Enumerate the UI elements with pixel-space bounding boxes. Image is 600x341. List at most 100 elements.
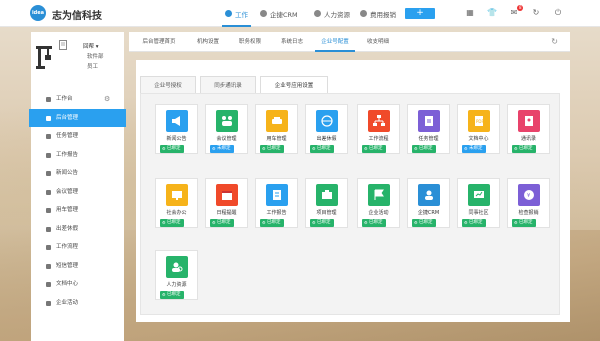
sidebar-item-admin[interactable]: 后台管理 (29, 108, 126, 127)
app-card[interactable]: PDF 文档中心未绑定 (457, 104, 500, 154)
bind-status-button[interactable]: 已绑定 (462, 219, 486, 227)
app-name: 日程提醒 (216, 210, 237, 216)
tab-admin-home[interactable]: 后台管理首页 (133, 32, 185, 52)
app-card[interactable]: 出差休假已绑定 (305, 104, 348, 154)
subtab-authorization[interactable]: 企业号授权 (140, 76, 196, 94)
bind-status-button[interactable]: 已绑定 (260, 219, 284, 227)
sidebar-item-vehicles[interactable]: 用车管理 (31, 201, 124, 220)
user-name[interactable]: 回帮 ▾ (83, 42, 99, 50)
app-logo[interactable]: idea (30, 5, 46, 21)
apps-icon[interactable]: ▦ (465, 8, 475, 18)
sidebar-item-meetings[interactable]: 会议管理 (31, 183, 124, 202)
app-card[interactable]: ¥ 检查报销已绑定 (507, 178, 550, 228)
mail-icon[interactable]: ✉ 8 (509, 5, 523, 18)
sidebar-item-events[interactable]: 企业活动 (31, 294, 124, 313)
app-card[interactable]: 日程提醒已绑定 (205, 178, 248, 228)
bind-status-button[interactable]: 已绑定 (160, 219, 184, 227)
topnav-label: 企捷CRM (270, 10, 298, 19)
bind-status-button[interactable]: 已绑定 (412, 219, 436, 227)
clipboard-icon (418, 110, 440, 132)
bind-status-button[interactable]: 未绑定 (462, 145, 486, 153)
app-name: 项目管理 (316, 210, 337, 216)
bind-status-button[interactable]: 未绑定 (210, 145, 234, 153)
sidebar: 回帮 ▾ 软件部 员工 工作台 ⚙ 后台管理 任务管理 工作报告 新闻公告 会议管… (29, 32, 126, 341)
tab-enterprise-config[interactable]: 企业号配置 (315, 32, 355, 52)
app-card[interactable]: 通讯录已绑定 (507, 104, 550, 154)
sidebar-item-documents[interactable]: 文档中心 (31, 275, 124, 294)
sidebar-item-travel[interactable]: 出差休假 (31, 220, 124, 239)
calendar-icon (216, 184, 238, 206)
app-card[interactable]: 项目管理已绑定 (305, 178, 348, 228)
app-name: 出差休假 (316, 136, 337, 142)
power-icon[interactable]: ⏻ (553, 8, 563, 18)
sidebar-item-label: 工作报告 (56, 151, 79, 158)
bind-status-button[interactable]: 已绑定 (310, 145, 334, 153)
sidebar-item-label: 工作台 (56, 96, 73, 102)
sidebar-item-sms[interactable]: 短信管理 (31, 257, 124, 276)
svg-text:¥: ¥ (527, 193, 530, 199)
topnav-expense[interactable]: 费用报销 (360, 0, 396, 27)
globe-icon (316, 110, 338, 132)
bind-status-button[interactable]: 已绑定 (512, 219, 536, 227)
sidebar-menu: 工作台 ⚙ 后台管理 任务管理 工作报告 新闻公告 会议管理 用车管理 出差休假 … (29, 90, 126, 313)
bind-status-button[interactable]: 已绑定 (412, 145, 436, 153)
app-card[interactable]: 企捷CRM 已绑定 (407, 178, 450, 228)
refresh-icon[interactable]: ↻ (531, 8, 541, 18)
app-card[interactable]: 人力资源已绑定 (155, 250, 198, 300)
tools-icon (46, 115, 51, 121)
topnav-label: 人力资源 (324, 10, 350, 19)
app-card[interactable]: 工作报告已绑定 (255, 178, 298, 228)
subtab-app-settings[interactable]: 企业号应用设置 (260, 76, 328, 94)
sidebar-item-reports[interactable]: 工作报告 (31, 146, 124, 165)
user-department: 软件部 (87, 54, 104, 60)
bind-status-button[interactable]: 已绑定 (362, 145, 386, 153)
refresh-icon[interactable]: ↻ (551, 37, 558, 46)
bind-status-button[interactable]: 已绑定 (512, 145, 536, 153)
mail-badge: 8 (517, 5, 523, 11)
tab-system-log[interactable]: 系统日志 (273, 32, 311, 52)
topnav-crm[interactable]: 企捷CRM (260, 0, 298, 27)
sidebar-item-tasks[interactable]: 任务管理 (31, 127, 124, 146)
tab-permissions[interactable]: 职务权限 (231, 32, 269, 52)
sidebar-item-workflow[interactable]: 工作流程 (31, 238, 124, 257)
app-card[interactable]: 会议管理未绑定 (205, 104, 248, 154)
car-icon (46, 208, 51, 213)
app-card[interactable]: 企业活动已绑定 (357, 178, 400, 228)
crm-icon (260, 10, 267, 17)
app-card[interactable]: 用车管理已绑定 (255, 104, 298, 154)
sidebar-item-news[interactable]: 新闻公告 (31, 164, 124, 183)
app-name: 企业活动 (368, 210, 389, 216)
sidebar-item-label: 会议管理 (56, 188, 79, 195)
bind-status-button[interactable]: 已绑定 (160, 291, 184, 299)
top-bar: idea 志为信科技 工作 企捷CRM 人力资源 费用报销 + ▦ 👕 ✉ 8 … (0, 0, 600, 27)
bind-status-button[interactable]: 已绑定 (362, 219, 386, 227)
app-name: 企捷CRM (417, 210, 440, 216)
bind-status-button[interactable]: 已绑定 (310, 219, 334, 227)
topnav-work[interactable]: 工作 (222, 0, 251, 27)
tab-org-settings[interactable]: 机构设置 (189, 32, 227, 52)
bind-status-button[interactable]: 已绑定 (210, 219, 234, 227)
user-role: 员工 (87, 64, 99, 70)
app-card[interactable]: 社会办公已绑定 (155, 178, 198, 228)
bind-status-button[interactable]: 已绑定 (260, 145, 284, 153)
app-card[interactable]: 同事社区已绑定 (457, 178, 500, 228)
add-button[interactable]: + (405, 8, 435, 19)
shirt-icon[interactable]: 👕 (487, 8, 497, 18)
app-name: 人力资源 (166, 282, 187, 288)
avatar[interactable] (34, 40, 54, 70)
sidebar-item-workbench[interactable]: 工作台 ⚙ (31, 90, 124, 109)
people-icon (314, 10, 321, 17)
app-name: 新闻公告 (166, 136, 187, 142)
sidebar-item-label: 用车管理 (56, 207, 79, 213)
subtab-sync-contacts[interactable]: 同步通讯录 (200, 76, 256, 94)
tab-income-expense[interactable]: 收支明细 (359, 32, 397, 52)
app-card[interactable]: 工作流程已绑定 (357, 104, 400, 154)
app-card[interactable]: 新闻公告已绑定 (155, 104, 198, 154)
bind-status-button[interactable]: 已绑定 (160, 145, 184, 153)
sidebar-item-label: 短信管理 (56, 262, 79, 269)
topnav-hr[interactable]: 人力资源 (314, 0, 350, 27)
main-tabs: 后台管理首页 机构设置 职务权限 系统日志 企业号配置 收支明细 ↻ (129, 32, 570, 52)
app-name: 任务管理 (418, 136, 439, 142)
gear-icon[interactable]: ⚙ (104, 90, 110, 109)
app-card[interactable]: 任务管理已绑定 (407, 104, 450, 154)
